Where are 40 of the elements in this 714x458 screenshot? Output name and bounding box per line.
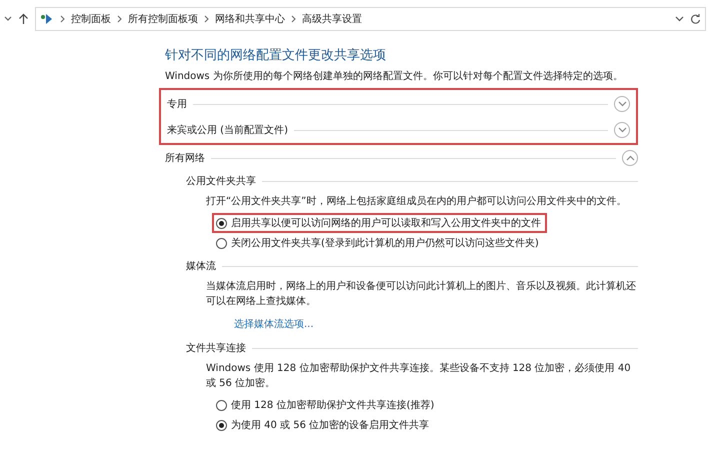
section-description: 当媒体流启用时，网络上的用户和设备便可以访问此计算机上的图片、音乐以及视频。此计算机还可以在网络上查找媒体。 xyxy=(206,280,637,309)
profile-heading: 来宾或公用 (当前配置文件) xyxy=(167,124,288,137)
page-title: 针对不同的网络配置文件更改共享选项 xyxy=(165,47,387,64)
radio-option[interactable]: 为使用 40 或 56 位加密的设备启用文件共享 xyxy=(212,415,436,435)
breadcrumb-item[interactable]: 所有控制面板项 xyxy=(128,12,198,26)
chevron-down-icon xyxy=(618,101,626,107)
expand-toggle[interactable] xyxy=(622,150,638,166)
chevron-right-icon xyxy=(204,15,209,23)
expand-toggle[interactable] xyxy=(614,96,630,112)
radio-button[interactable] xyxy=(216,218,227,228)
radio-option[interactable]: 关闭公用文件夹共享(登录到此计算机的用户仍然可以访问这些文件夹) xyxy=(212,233,545,253)
refresh-icon[interactable] xyxy=(690,14,701,24)
radio-option[interactable]: 启用共享以便可以访问网络的用户可以读取和写入公用文件夹中的文件 xyxy=(212,213,547,233)
chevron-right-icon xyxy=(291,15,296,23)
dropdown-icon[interactable] xyxy=(675,16,684,22)
section-description: 打开“公用文件夹共享”时，网络上包括家庭组成员在内的用户都可以访问公用文件夹中的文件。 xyxy=(206,194,628,209)
breadcrumb-item[interactable]: 控制面板 xyxy=(71,12,111,26)
media-streaming-link[interactable]: 选择媒体流选项... xyxy=(234,317,314,331)
chevron-up-icon xyxy=(626,155,634,161)
profile-heading: 专用 xyxy=(167,98,187,111)
section-description: Windows 使用 128 位加密帮助保护文件共享连接。某些设备不支持 128 位加密，必须使用 40 或 56 位加密。 xyxy=(206,362,632,391)
chevron-down-icon[interactable] xyxy=(4,16,12,22)
section-heading: 文件共享连接 xyxy=(186,342,246,355)
section-heading: 公用文件夹共享 xyxy=(186,174,256,188)
chevron-down-icon xyxy=(618,127,626,133)
radio-button[interactable] xyxy=(216,238,227,248)
page-description: Windows 为你所使用的每个网络创建单独的网络配置文件。你可以针对每个配置文件选择特定的选项。 xyxy=(165,70,624,84)
radio-button[interactable] xyxy=(216,400,227,410)
radio-option[interactable]: 使用 128 位加密帮助保护文件共享连接(推荐) xyxy=(212,395,440,415)
profile-heading: 所有网络 xyxy=(165,152,205,165)
up-arrow-icon[interactable] xyxy=(18,13,29,25)
chevron-right-icon xyxy=(60,15,65,23)
network-icon xyxy=(40,13,54,25)
address-bar[interactable]: 控制面板 所有控制面板项 网络和共享中心 高级共享设置 xyxy=(35,7,706,31)
chevron-right-icon xyxy=(117,15,122,23)
radio-button[interactable] xyxy=(216,420,227,430)
expand-toggle[interactable] xyxy=(614,122,630,138)
breadcrumb-item[interactable]: 网络和共享中心 xyxy=(215,12,285,26)
breadcrumb-item[interactable]: 高级共享设置 xyxy=(302,12,362,26)
section-heading: 媒体流 xyxy=(186,260,216,273)
